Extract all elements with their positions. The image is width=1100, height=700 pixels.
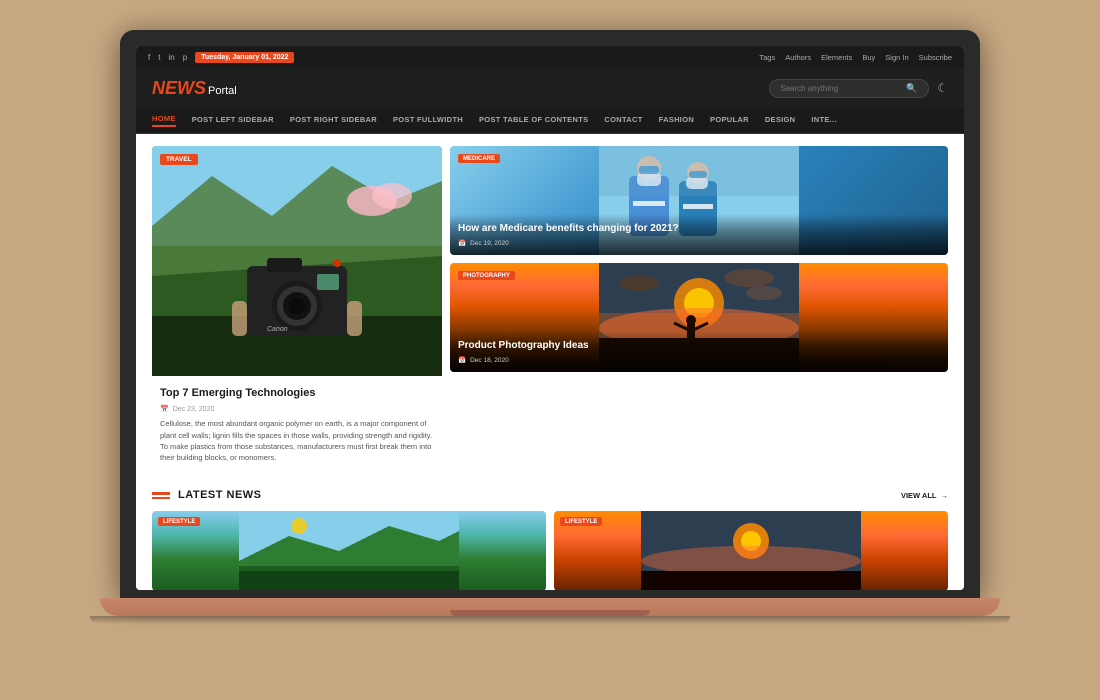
top-bar-right: Tags Authors Elements Buy Sign In Subscr…: [759, 53, 952, 62]
subscribe-link[interactable]: Subscribe: [919, 53, 952, 62]
main-article-content: Top 7 Emerging Technologies 📅 Dec 23, 20…: [152, 376, 442, 473]
search-input[interactable]: [780, 84, 900, 93]
nav-design[interactable]: DESIGN: [765, 115, 796, 126]
latest-news-section: LATEST NEWS VIEW ALL →: [152, 489, 948, 590]
photography-title: Product Photography Ideas: [458, 339, 940, 352]
logo-portal: Portal: [208, 85, 237, 97]
side-articles: Medicare How are Medicare benefits chang…: [450, 146, 948, 473]
twitter-icon[interactable]: t: [158, 53, 160, 62]
side-article-photography[interactable]: Photography Product Photography Ideas 📅 …: [450, 263, 948, 372]
laptop-screen: f t in p Tuesday, January 01, 2022 Tags …: [136, 46, 964, 590]
main-article-tag: Travel: [160, 154, 198, 165]
nav-home[interactable]: HOME: [152, 114, 176, 127]
calendar-icon-2: 📅: [458, 239, 466, 247]
line-thick: [152, 492, 170, 495]
logo-news: NEWS: [152, 78, 206, 99]
laptop-shadow: [90, 616, 1010, 624]
nav-fashion[interactable]: FASHION: [659, 115, 694, 126]
main-article-image: Canon Travel: [152, 146, 442, 376]
line-thin: [152, 497, 170, 499]
laptop-bezel: f t in p Tuesday, January 01, 2022 Tags …: [120, 30, 980, 598]
view-all-text: VIEW ALL: [901, 491, 937, 500]
decorative-lines: [152, 492, 170, 499]
main-article-meta: 📅 Dec 23, 2020: [160, 405, 434, 413]
pinterest-icon[interactable]: p: [183, 53, 187, 62]
nav-popular[interactable]: POPULAR: [710, 115, 749, 126]
arrow-right-icon: →: [941, 491, 949, 500]
nav-contact[interactable]: CONTACT: [604, 115, 642, 126]
main-content: Canon Travel Top 7 Emerging Technologies…: [136, 134, 964, 590]
main-article[interactable]: Canon Travel Top 7 Emerging Technologies…: [152, 146, 442, 473]
buy-link[interactable]: Buy: [862, 53, 875, 62]
news-card-image-0: [152, 511, 546, 590]
search-icon[interactable]: 🔍: [906, 83, 917, 94]
photography-tag: Photography: [458, 271, 515, 280]
nav-post-fullwidth[interactable]: POST FULLWIDTH: [393, 115, 463, 126]
main-article-date: Dec 23, 2020: [173, 406, 215, 413]
news-card-image-1: [554, 511, 948, 590]
medicare-meta: 📅 Dec 19, 2020: [458, 239, 940, 247]
website: f t in p Tuesday, January 01, 2022 Tags …: [136, 46, 964, 590]
news-card-tag-0: Lifestyle: [158, 517, 200, 526]
news-card-0[interactable]: Lifestyle: [152, 511, 546, 590]
side-article-medicare[interactable]: Medicare How are Medicare benefits chang…: [450, 146, 948, 255]
medicare-tag: Medicare: [458, 154, 500, 163]
photography-content: Product Photography Ideas 📅 Dec 18, 2020: [450, 331, 948, 372]
medicare-content: How are Medicare benefits changing for 2…: [450, 214, 948, 255]
header-right: 🔍 ☾: [769, 79, 948, 98]
laptop-base: [100, 598, 1000, 616]
dark-mode-toggle[interactable]: ☾: [937, 81, 948, 95]
main-article-title: Top 7 Emerging Technologies: [160, 386, 434, 400]
elements-link[interactable]: Elements: [821, 53, 852, 62]
photography-date: Dec 18, 2020: [470, 357, 509, 364]
nav-inte[interactable]: INTE...: [811, 115, 836, 126]
top-bar: f t in p Tuesday, January 01, 2022 Tags …: [136, 46, 964, 68]
latest-news-title-group: LATEST NEWS: [152, 489, 262, 501]
news-cards: Lifestyle: [152, 511, 948, 590]
latest-news-title: LATEST NEWS: [178, 489, 262, 501]
news-card-1[interactable]: Lifestyle: [554, 511, 948, 590]
medicare-date: Dec 19, 2020: [470, 240, 509, 247]
featured-section: Canon Travel Top 7 Emerging Technologies…: [152, 146, 948, 473]
search-bar[interactable]: 🔍: [769, 79, 929, 98]
linkedin-icon[interactable]: in: [168, 53, 174, 62]
calendar-icon-3: 📅: [458, 356, 466, 364]
nav-post-left[interactable]: POST LEFT SIDEBAR: [192, 115, 274, 126]
latest-news-header: LATEST NEWS VIEW ALL →: [152, 489, 948, 501]
tags-link[interactable]: Tags: [759, 53, 775, 62]
logo[interactable]: NEWS Portal: [152, 78, 237, 99]
nav-post-table[interactable]: POST TABLE OF CONTENTS: [479, 115, 588, 126]
authors-link[interactable]: Authors: [785, 53, 811, 62]
site-header: NEWS Portal 🔍 ☾: [136, 68, 964, 108]
calendar-icon: 📅: [160, 405, 169, 413]
main-article-excerpt: Cellulose, the most abundant organic pol…: [160, 418, 434, 463]
photography-meta: 📅 Dec 18, 2020: [458, 356, 940, 364]
news-card-tag-1: Lifestyle: [560, 517, 602, 526]
nav-post-right[interactable]: POST RIGHT SIDEBAR: [290, 115, 377, 126]
top-bar-left: f t in p Tuesday, January 01, 2022: [148, 52, 294, 63]
signin-link[interactable]: Sign In: [885, 53, 908, 62]
medicare-title: How are Medicare benefits changing for 2…: [458, 222, 940, 235]
svg-text:Canon: Canon: [267, 326, 288, 333]
laptop-container: f t in p Tuesday, January 01, 2022 Tags …: [120, 30, 980, 670]
facebook-icon[interactable]: f: [148, 53, 150, 62]
main-nav: HOME POST LEFT SIDEBAR POST RIGHT SIDEBA…: [136, 108, 964, 134]
view-all-button[interactable]: VIEW ALL →: [901, 491, 948, 500]
date-badge: Tuesday, January 01, 2022: [195, 52, 294, 63]
